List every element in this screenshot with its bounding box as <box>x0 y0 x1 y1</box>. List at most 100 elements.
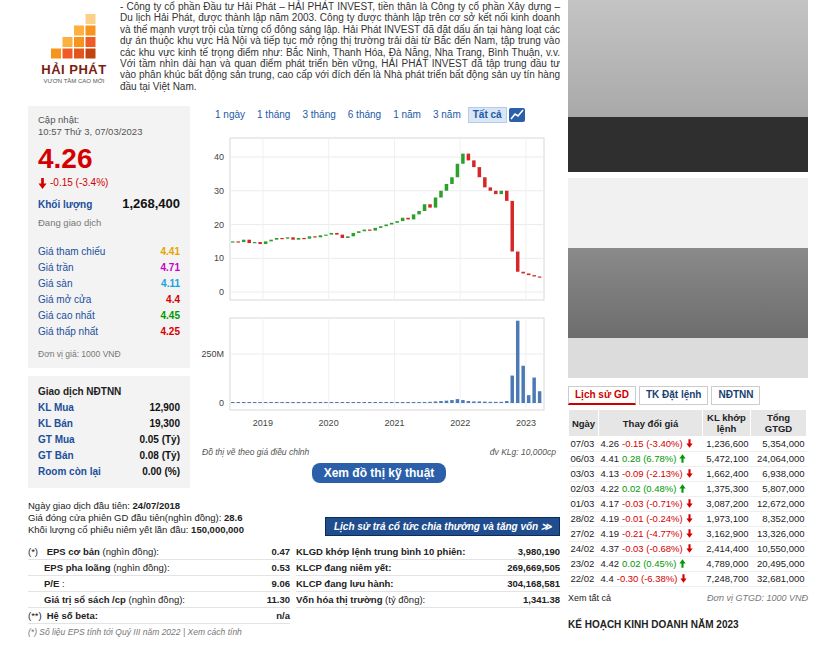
row-value: 24,064,000 <box>751 452 807 467</box>
change-box: 4.19-0.21 (-4.77%) <box>601 528 701 539</box>
volume-bar <box>521 366 525 403</box>
price-candle <box>401 218 405 221</box>
volume-bar <box>456 399 460 403</box>
volume-bar <box>313 402 317 403</box>
volume-bar <box>445 401 449 403</box>
logo[interactable]: HẢI PHÁTVƯƠN TẦM CAO MỚI <box>28 0 120 92</box>
volume-bar <box>390 402 394 403</box>
volume-bar <box>494 402 498 403</box>
volume-bar <box>335 402 339 403</box>
ratio-label-group: KLCP đang niêm yết: <box>296 562 391 573</box>
history-tab[interactable]: NĐTNN <box>711 386 760 405</box>
change-box: 4.4-0.30 (-6.38%) <box>601 573 701 584</box>
quote-chart-row: Cập nhật:10:57 Thứ 3, 07/03/20234.26-0.1… <box>28 106 560 488</box>
chart-unit: đv KLg: 10,000cp <box>490 447 556 457</box>
volume-label: Khối lượng <box>38 199 92 211</box>
row-change-cell: 4.4-0.30 (-6.38%) <box>599 572 703 587</box>
arrow-shape <box>680 560 686 568</box>
row-value: 10,550,000 <box>751 542 807 557</box>
arrow-shape <box>686 440 692 448</box>
ratio-prefix: (**) <box>28 610 44 621</box>
price-value: 4.41 <box>161 246 180 258</box>
price-label: Giá sàn <box>38 278 72 290</box>
period-link[interactable]: 6 tháng <box>343 107 386 123</box>
ratio-value: 3,980,190 <box>518 546 560 557</box>
quote-panel: Cập nhật:10:57 Thứ 3, 07/03/20234.26-0.1… <box>28 106 190 488</box>
price-value: 4.71 <box>161 262 180 274</box>
ratio-label: KLCP đang niêm yết: <box>296 562 391 573</box>
volume-bar <box>258 402 262 403</box>
header: HẢI PHÁTVƯƠN TẦM CAO MỚI - Công ty cổ ph… <box>28 0 560 92</box>
row-price: 4.37 <box>601 543 620 554</box>
ratio-row: Vốn hóa thị trường (tỷ đồng):1,341.38 <box>296 592 560 608</box>
row-price: 4.19 <box>601 513 620 524</box>
row-price: 4.4 <box>601 573 614 584</box>
footnote-link[interactable]: Xem cách tính <box>188 627 242 637</box>
foreign-label: KL Bán <box>38 418 73 430</box>
price-candle <box>368 230 372 231</box>
row-volume: 2,414,400 <box>703 542 751 557</box>
row-change-cell: 4.13-0.09 (-2.13%) <box>599 467 703 482</box>
volume-bar <box>242 402 246 403</box>
price-candle <box>297 238 301 240</box>
period-link[interactable]: 3 năm <box>428 107 466 123</box>
volume-bar <box>538 391 542 403</box>
period-link[interactable]: 1 tháng <box>252 107 295 123</box>
current-price: 4.26 <box>38 142 180 176</box>
up-arrow-icon <box>679 559 686 568</box>
section-title: KẾ HOẠCH KINH DOANH NĂM 2023 <box>568 619 808 631</box>
down-arrow-icon <box>686 439 693 448</box>
ratio-label: Hệ số beta: <box>47 610 98 621</box>
row-value: 20,495,000 <box>751 557 807 572</box>
logo-square <box>86 37 96 47</box>
price-row: Giá sàn4.11 <box>38 276 180 292</box>
price-candle <box>538 277 542 278</box>
price-row: Giá trần4.71 <box>38 260 180 276</box>
row-volume: 7,248,700 <box>703 572 751 587</box>
ratio-row: EPS pha loãng (nghìn đồng):0.53 <box>28 560 290 576</box>
down-arrow-icon <box>38 178 47 189</box>
history-row: 27/024.19-0.21 (-4.77%)3,162,90013,326,0… <box>569 527 807 542</box>
price-candle <box>445 184 449 191</box>
price-candle <box>510 201 513 252</box>
volume-tick: 0 <box>219 398 224 408</box>
ad-banner[interactable] <box>568 0 808 172</box>
volume-bar <box>286 402 290 403</box>
volume-bar <box>280 402 284 403</box>
page: HẢI PHÁTVƯƠN TẦM CAO MỚI - Công ty cổ ph… <box>0 0 813 637</box>
ratio-row: KLCP đang lưu hành:304,168,581 <box>296 576 560 592</box>
chart-icon[interactable] <box>509 108 525 122</box>
price-candle <box>516 252 520 272</box>
history-row: 22/024.4-0.30 (-6.38%)7,248,70032,681,00… <box>569 572 807 587</box>
volume-tick: 250M <box>201 349 224 359</box>
period-link[interactable]: 3 tháng <box>297 107 340 123</box>
row-volume: 3,087,200 <box>703 497 751 512</box>
see-all-link[interactable]: Xem tất cả <box>568 593 611 607</box>
price-candle <box>505 191 509 201</box>
ad-banner[interactable] <box>568 178 808 378</box>
logo-square <box>74 26 84 36</box>
tech-chart-button[interactable]: Xem đồ thị kỹ thuật <box>312 463 447 483</box>
price-candle <box>341 235 345 238</box>
row-date: 07/03 <box>569 437 599 452</box>
grid-line <box>525 318 526 410</box>
footnote: (*) Số liệu EPS tính tới Quý III năm 202… <box>28 627 560 637</box>
volume-bar <box>395 402 399 403</box>
row-date: 06/03 <box>569 452 599 467</box>
price-value: 4.25 <box>161 326 180 338</box>
change-box: 4.420.02 (0.45%) <box>601 558 701 569</box>
period-link[interactable]: 1 ngày <box>210 107 250 123</box>
ratio-row: Giá trị sổ sách /cp (nghìn đồng):11.30 <box>28 592 290 608</box>
history-tab[interactable]: Lịch sử GD <box>568 386 636 405</box>
period-link[interactable]: Tất cả <box>468 107 507 123</box>
price-tick: 40 <box>214 152 224 162</box>
volume-bar <box>319 402 323 403</box>
dividend-history-button[interactable]: Lịch sử trả cổ tức chia thưởng và tăng v… <box>325 517 560 536</box>
side-column: Lịch sử GDTK Đặt lệnhNĐTNNNgàyThay đổi g… <box>568 0 808 637</box>
period-link[interactable]: 1 năm <box>388 107 426 123</box>
volume-bar <box>461 400 465 403</box>
grid-line <box>525 138 526 300</box>
ratio-label: KLGD khớp lệnh trung bình 10 phiên: <box>296 546 465 557</box>
history-tab[interactable]: TK Đặt lệnh <box>639 386 709 405</box>
grid-line <box>394 318 395 410</box>
